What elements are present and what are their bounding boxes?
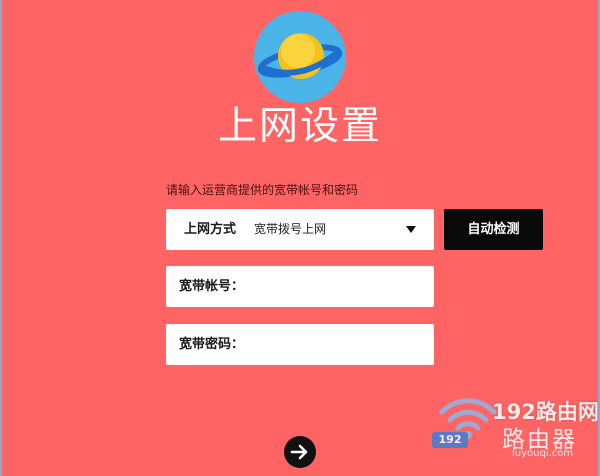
arrow-right-icon bbox=[290, 444, 308, 460]
password-label: 宽带密码： bbox=[179, 337, 245, 352]
planet-icon bbox=[254, 11, 346, 103]
instruction-text: 请输入运营商提供的宽带帐号和密码 bbox=[166, 183, 359, 197]
watermark-url: luyouqi.com bbox=[512, 448, 574, 459]
password-input[interactable] bbox=[248, 329, 428, 362]
account-field: 宽带帐号： bbox=[166, 266, 434, 307]
account-label: 宽带帐号： bbox=[179, 279, 245, 294]
watermark: 192 192路由网 路由器 luyouqi.com bbox=[430, 386, 599, 466]
page-title: 上网设置 bbox=[217, 104, 382, 149]
next-button[interactable] bbox=[284, 436, 316, 468]
watermark-badge: 192 bbox=[432, 432, 468, 448]
connection-type-select[interactable]: 上网方式 宽带拨号上网 bbox=[166, 209, 434, 250]
setup-page: 上网设置 请输入运营商提供的宽带帐号和密码 上网方式 宽带拨号上网 自动检测 宽… bbox=[0, 0, 600, 476]
connection-type-label: 上网方式 bbox=[184, 222, 237, 237]
window-edge-left bbox=[0, 0, 2, 476]
connection-type-value: 宽带拨号上网 bbox=[254, 222, 327, 236]
auto-detect-button[interactable]: 自动检测 bbox=[444, 209, 543, 250]
chevron-down-icon[interactable] bbox=[406, 226, 416, 233]
account-input[interactable] bbox=[248, 271, 428, 304]
password-field: 宽带密码： bbox=[166, 324, 434, 365]
